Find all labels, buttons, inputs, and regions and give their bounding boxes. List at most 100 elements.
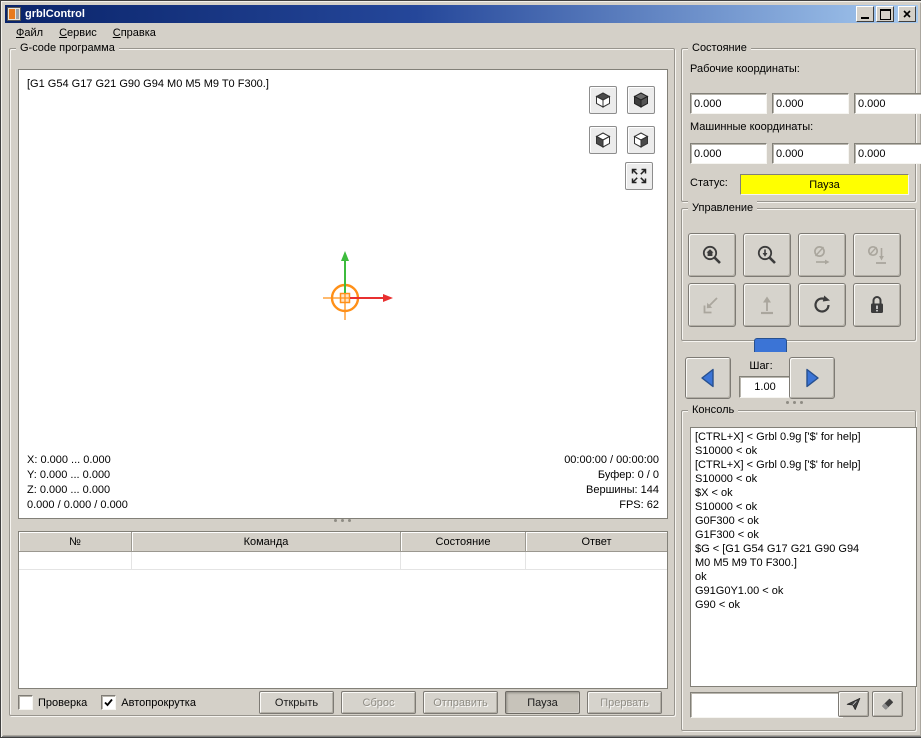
view-side-button[interactable] [627, 126, 655, 154]
work-x-field [690, 93, 767, 114]
panel-splitter-dots[interactable] [771, 401, 817, 404]
autoscroll-label: Автопрокрутка [121, 696, 196, 709]
command-input[interactable] [690, 692, 843, 718]
window-title: grblControl [25, 8, 85, 20]
cube-iso-icon [633, 92, 649, 108]
app-window: grblControl Файл Сервис Справка G-code п… [0, 0, 921, 738]
clear-console-button[interactable] [872, 691, 903, 717]
view-front-button[interactable] [589, 126, 617, 154]
control-buttons [688, 233, 901, 327]
check-mode-checkbox[interactable]: Проверка [18, 695, 87, 710]
unlock-button[interactable] [853, 283, 901, 327]
menu-help[interactable]: Справка [105, 25, 164, 42]
action-buttons: Открыть Сброс Отправить Пауза Прервать [259, 691, 662, 714]
console-group: Консоль [CTRL+X] < Grbl 0.9g ['$' for he… [681, 403, 917, 731]
minimize-icon [861, 16, 869, 19]
view-isometric-button[interactable] [627, 86, 655, 114]
check-icon [104, 698, 113, 707]
jog-left-button[interactable] [685, 357, 731, 399]
send-file-button[interactable]: Отправить [423, 691, 498, 714]
control-group-title: Управление [688, 201, 758, 215]
stat-time: 00:00:00 / 00:00:00 [564, 454, 659, 466]
col-header-response: Ответ [526, 532, 667, 552]
cube-side-icon [633, 132, 649, 148]
menu-bar: Файл Сервис Справка [5, 24, 918, 43]
check-mode-label: Проверка [38, 696, 88, 709]
jog-right-button[interactable] [789, 357, 835, 399]
console-line: G1F300 < ok [695, 529, 759, 541]
send-command-button[interactable] [838, 691, 869, 717]
col-header-command: Команда [132, 532, 401, 552]
console-line: [CTRL+X] < Grbl 0.9g ['$' for help] [695, 459, 861, 471]
zero-xy-button[interactable] [798, 233, 846, 277]
window-controls [856, 6, 916, 22]
menu-service[interactable]: Сервис [51, 25, 105, 42]
abort-button[interactable]: Прервать [587, 691, 662, 714]
viewport-table-splitter[interactable] [10, 519, 674, 522]
status-label: Статус: [690, 177, 728, 189]
menu-file[interactable]: Файл [8, 25, 51, 42]
fit-view-button[interactable] [625, 162, 653, 190]
console-line: $G < [G1 G54 G17 G21 G90 G94 [695, 543, 860, 555]
close-button[interactable] [898, 6, 916, 22]
work-z-field [854, 93, 921, 114]
view-buttons [589, 86, 655, 154]
step-label: Шаг: [749, 360, 773, 372]
console-line: $X < ok [695, 487, 733, 499]
viewport-stats-left: X: 0.000 ... 0.000 Y: 0.000 ... 0.000 Z:… [27, 453, 128, 513]
open-button[interactable]: Открыть [259, 691, 334, 714]
machine-coords-row [690, 143, 921, 164]
view-top-button[interactable] [589, 86, 617, 114]
zero-z-icon [867, 245, 886, 264]
gcode-bottom-bar: Проверка Автопрокрутка Открыть Сброс Отп… [18, 691, 666, 714]
title-bar[interactable]: grblControl [5, 5, 918, 23]
stat-vertices: Вершины: 144 [586, 484, 659, 496]
zero-z-button[interactable] [853, 233, 901, 277]
home-button[interactable] [688, 233, 736, 277]
minimize-button[interactable] [856, 6, 874, 22]
eraser-icon [882, 698, 893, 710]
reset-file-button[interactable]: Сброс [341, 691, 416, 714]
stat-fps: FPS: 62 [619, 499, 659, 511]
state-group: Состояние Рабочие координаты: Машинные к… [681, 41, 921, 202]
z-probe-button[interactable] [743, 233, 791, 277]
gcode-table-header: № Команда Состояние Ответ [19, 532, 667, 552]
z-probe-search-icon [757, 245, 776, 264]
col-header-number: № [19, 532, 132, 552]
fit-view-icon [631, 168, 647, 184]
work-coords-label: Рабочие координаты: [690, 63, 800, 75]
stat-dimensions: 0.000 / 0.000 / 0.000 [27, 499, 128, 511]
pause-button[interactable]: Пауза [505, 691, 580, 714]
machine-z-field [854, 143, 921, 164]
table-row[interactable] [19, 552, 667, 570]
autoscroll-checkbox[interactable]: Автопрокрутка [101, 695, 196, 710]
control-group: Управление [681, 201, 916, 341]
console-group-title: Консоль [688, 403, 739, 417]
console-line: ok [695, 571, 707, 583]
console-line: M0 M5 M9 T0 F300.] [695, 557, 797, 569]
parser-state-text: [G1 G54 G17 G21 G90 G94 M0 M5 M9 T0 F300… [27, 78, 269, 90]
machine-x-field [690, 143, 767, 164]
jog-left-icon [701, 368, 714, 388]
maximize-button[interactable] [876, 6, 894, 22]
console-line: S10000 < ok [695, 501, 758, 513]
gcode-3d-viewport[interactable]: [G1 G54 G17 G21 G90 G94 M0 M5 M9 T0 F300… [18, 69, 668, 519]
state-group-title: Состояние [688, 41, 751, 55]
console-log[interactable]: [CTRL+X] < Grbl 0.9g ['$' for help] S100… [690, 427, 917, 687]
restore-origin-button[interactable] [688, 283, 736, 327]
jog-up-button-clipped[interactable] [754, 338, 787, 352]
safe-position-button[interactable] [743, 283, 791, 327]
reset-button[interactable] [798, 283, 846, 327]
origin-marker [323, 251, 393, 320]
reset-icon [814, 295, 830, 313]
unlock-icon [871, 296, 883, 313]
zero-xy-icon [814, 246, 830, 265]
step-value-combo[interactable]: 1.00 [739, 376, 791, 398]
gcode-group-title: G-code программа [16, 41, 119, 55]
viewport-stats-right: 00:00:00 / 00:00:00 Буфер: 0 / 0 Вершины… [564, 453, 659, 513]
stat-y-range: Y: 0.000 ... 0.000 [27, 469, 111, 481]
console-line: G90 < ok [695, 599, 740, 611]
stat-buffer: Буфер: 0 / 0 [597, 469, 659, 481]
app-icon[interactable] [7, 7, 21, 21]
machine-y-field [772, 143, 849, 164]
